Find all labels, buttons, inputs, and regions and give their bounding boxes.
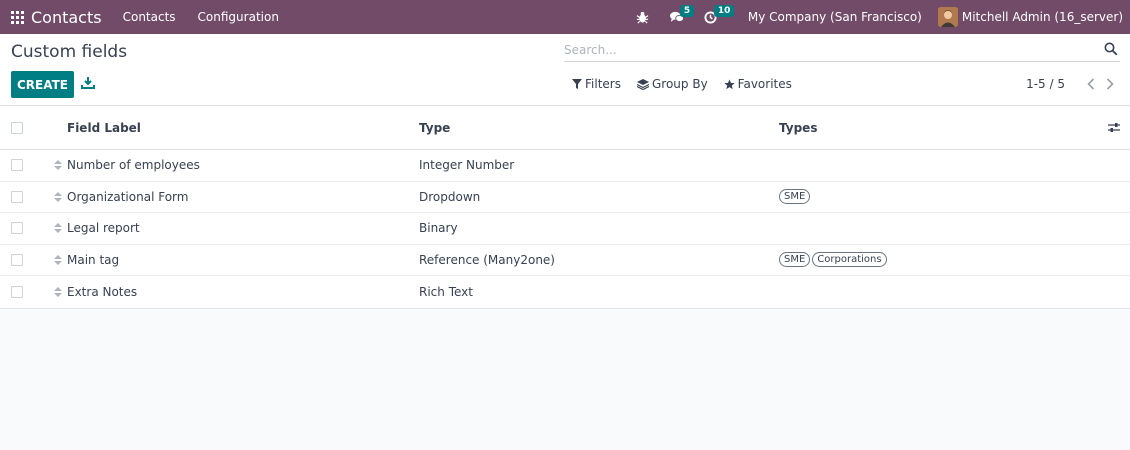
field-label: Main tag [67,252,120,267]
row-checkbox[interactable] [11,285,23,298]
bug-icon[interactable] [632,0,654,34]
drag-handle-icon[interactable] [54,286,62,297]
table-row[interactable]: Legal report Binary [0,213,1130,245]
pager-value[interactable]: 1-5 / 5 [1026,77,1065,91]
search-input[interactable] [564,40,1084,60]
menu-contacts[interactable]: Contacts [123,10,176,24]
search-icon[interactable] [1104,42,1118,59]
table-row[interactable]: Organizational Form Dropdown SME [0,182,1130,213]
avatar [937,7,958,27]
filters-label: Filters [585,77,621,91]
filter-icon [572,79,582,89]
user-menu[interactable]: Mitchell Admin (16_server) [937,7,1123,27]
control-panel: Custom fields CREATE Filters Group By Fa… [0,34,1130,106]
custom-fields-table: Field Label Type Types Number of employe… [0,107,1130,309]
column-header-type[interactable]: Type [419,121,450,135]
field-label: Organizational Form [67,189,189,204]
column-header-field-label[interactable]: Field Label [67,121,141,135]
messages-badge: 5 [679,5,695,17]
search-bar [564,40,1120,62]
column-options-icon[interactable] [1108,122,1120,136]
field-type: Reference (Many2one) [419,252,555,267]
pager: 1-5 / 5 [1026,77,1117,91]
activities-badge: 10 [713,5,735,17]
field-types: SME [779,189,812,205]
field-label: Legal report [67,221,140,236]
row-checkbox[interactable] [11,253,23,266]
company-switcher[interactable]: My Company (San Francisco) [748,10,922,24]
type-tag: Corporations [812,252,887,268]
favorites-button[interactable]: Favorites [724,77,792,91]
group-by-label: Group By [651,77,708,91]
field-types: SME Corporations [779,252,889,268]
download-icon[interactable] [81,76,95,90]
table-header: Field Label Type Types [0,107,1130,150]
row-checkbox[interactable] [11,190,23,203]
star-icon [724,78,735,89]
page-title: Custom fields [11,42,128,62]
field-type: Rich Text [419,284,473,299]
table-row[interactable]: Number of employees Integer Number [0,150,1130,182]
layers-icon [636,78,649,90]
filters-button[interactable]: Filters [572,77,621,91]
table-row[interactable]: Extra Notes Rich Text [0,276,1130,308]
field-label: Extra Notes [67,284,138,299]
chevron-left-icon[interactable] [1084,77,1098,91]
top-navbar: Contacts Contacts Configuration 5 10 My … [0,0,1130,34]
select-all-checkbox[interactable] [11,122,23,134]
drag-handle-icon[interactable] [54,191,62,202]
column-header-types[interactable]: Types [779,121,817,135]
app-name[interactable]: Contacts [31,8,102,27]
user-name: Mitchell Admin (16_server) [961,10,1123,24]
favorites-label: Favorites [737,77,792,91]
table-row[interactable]: Main tag Reference (Many2one) SME Corpor… [0,245,1130,276]
search-options: Filters Group By Favorites [572,77,808,91]
field-label: Number of employees [67,158,200,173]
create-button[interactable]: CREATE [11,71,74,98]
row-checkbox[interactable] [11,159,23,172]
drag-handle-icon[interactable] [54,254,62,265]
group-by-button[interactable]: Group By [636,77,708,91]
type-tag: SME [779,252,811,268]
menu-configuration[interactable]: Configuration [198,10,279,24]
field-type: Binary [419,221,458,236]
row-checkbox[interactable] [11,222,23,235]
chevron-right-icon[interactable] [1103,77,1117,91]
field-type: Dropdown [419,189,481,204]
clock-icon[interactable]: 10 [700,0,735,34]
chat-icon[interactable]: 5 [666,0,695,34]
field-type: Integer Number [419,158,515,173]
drag-handle-icon[interactable] [54,160,62,171]
drag-handle-icon[interactable] [54,223,62,234]
apps-icon[interactable] [0,0,34,34]
type-tag: SME [779,189,811,205]
